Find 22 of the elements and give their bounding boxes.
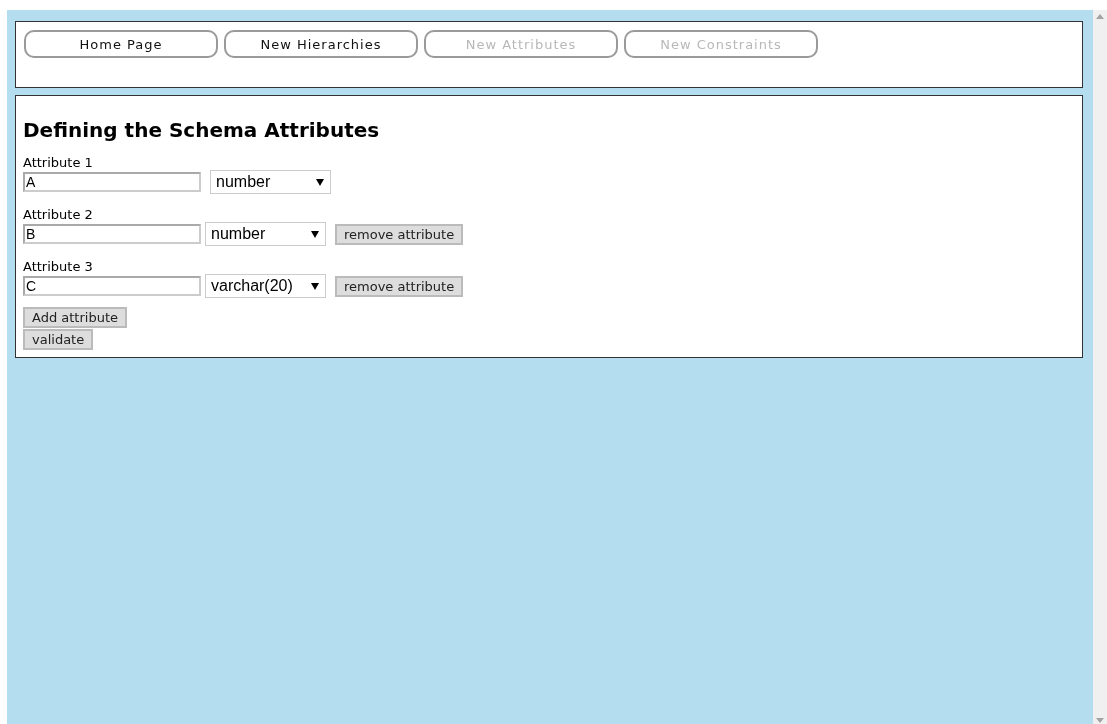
input-field[interactable]: A	[23, 172, 201, 192]
nav-button[interactable]: Home Page	[24, 30, 218, 58]
scrollbar[interactable]	[1093, 10, 1107, 724]
remove-button[interactable]: remove attribute	[335, 275, 464, 297]
type-dropdown[interactable]: number	[205, 222, 326, 246]
field-label: Attribute 2	[23, 206, 94, 223]
page-heading: Defining the Schema Attributes	[23, 118, 381, 142]
caret-icon	[316, 178, 324, 186]
validate-button[interactable]: validate	[23, 329, 94, 350]
field-label: Attribute 1	[23, 154, 94, 171]
input-field[interactable]: C	[23, 276, 201, 296]
input-field[interactable]: B	[23, 224, 201, 244]
caret-icon	[311, 282, 319, 290]
scroll-down-icon[interactable]	[1096, 718, 1104, 723]
type-dropdown[interactable]: varchar(20)	[205, 274, 326, 298]
caret-icon	[311, 230, 319, 238]
add-attribute-button[interactable]: Add attribute	[23, 307, 127, 328]
field-label: Attribute 3	[23, 258, 94, 275]
type-dropdown[interactable]: number	[210, 170, 331, 194]
remove-button[interactable]: remove attribute	[335, 223, 464, 245]
scroll-up-icon[interactable]	[1096, 14, 1104, 19]
nav-button[interactable]: New Hierarchies	[224, 30, 418, 58]
